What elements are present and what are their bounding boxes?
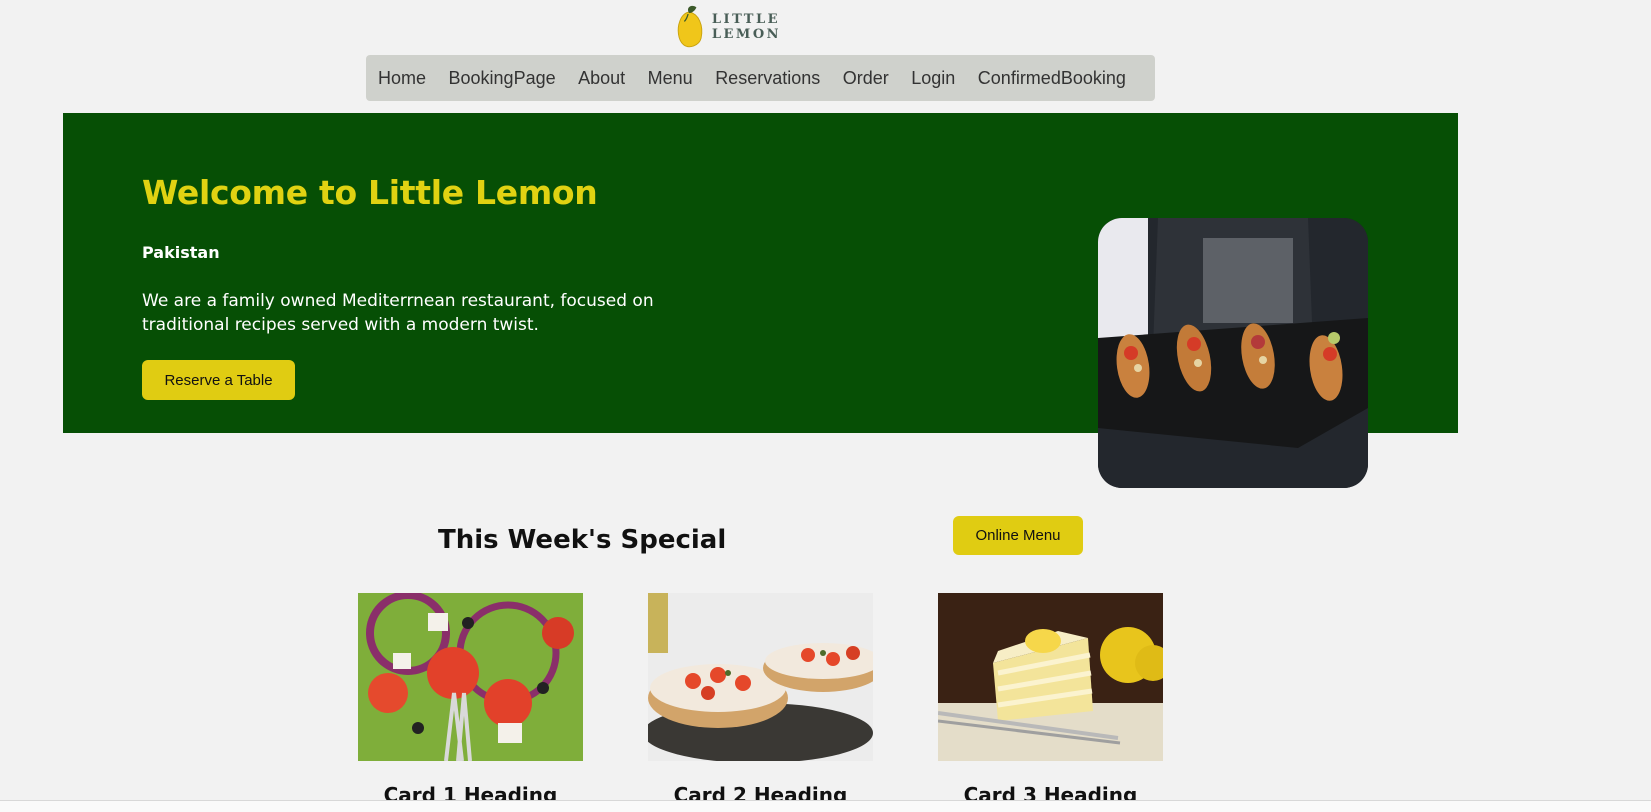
hero-description: We are a family owned Mediterrnean resta… <box>142 291 654 335</box>
nav-order[interactable]: Order <box>843 68 889 89</box>
special-card[interactable]: Card 2 Heading <box>648 593 873 807</box>
greek-salad-image <box>358 593 583 761</box>
nav-menu[interactable]: Menu <box>648 68 693 89</box>
bottom-strip <box>0 801 1651 812</box>
hero-title: Welcome to Little Lemon <box>142 173 598 212</box>
online-menu-button[interactable]: Online Menu <box>953 516 1083 555</box>
nav-login[interactable]: Login <box>911 68 955 89</box>
hero-image <box>1098 218 1368 488</box>
nav-about[interactable]: About <box>578 68 625 89</box>
brand-name: LITTLE LEMON <box>711 12 782 42</box>
brand-logo[interactable]: LITTLE LEMON <box>676 3 846 51</box>
main-navbar: Home BookingPage About Menu Reservations… <box>366 55 1155 101</box>
nav-confirmed-booking[interactable]: ConfirmedBooking <box>978 68 1126 89</box>
nav-reservations[interactable]: Reservations <box>715 68 820 89</box>
nav-booking-page[interactable]: BookingPage <box>449 68 556 89</box>
lemon-icon <box>677 5 703 48</box>
bruschetta-image <box>648 593 873 761</box>
nav-home[interactable]: Home <box>378 68 426 89</box>
specials-title: This Week's Special <box>438 525 727 555</box>
hero-subtitle: Pakistan <box>142 243 220 262</box>
special-card[interactable]: Card 1 Heading <box>358 593 583 807</box>
reserve-table-button[interactable]: Reserve a Table <box>142 360 295 400</box>
lemon-cake-image <box>938 593 1163 761</box>
special-card[interactable]: Card 3 Heading <box>938 593 1163 807</box>
